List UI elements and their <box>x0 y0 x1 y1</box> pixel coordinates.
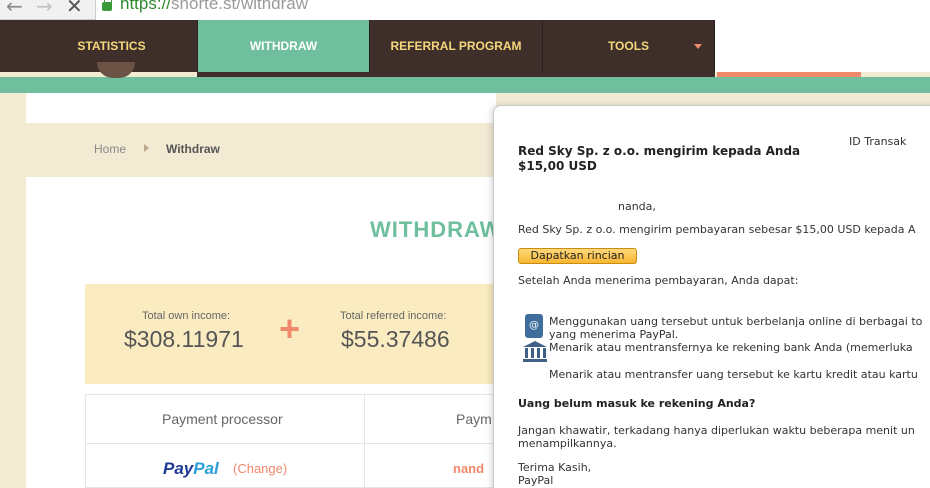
address-bar[interactable]: https://shorte.st/withdraw <box>95 0 930 20</box>
referred-income-value: $55.37486 <box>341 326 450 352</box>
chevron-right-icon <box>144 144 149 152</box>
table-header-payment: Paym <box>456 411 492 427</box>
breadcrumb-current: Withdraw <box>166 142 220 156</box>
greeting-text: nanda, <box>618 200 656 213</box>
thanks-text: Terima Kasih, <box>518 461 592 474</box>
nav-underline <box>197 72 715 77</box>
dont-worry-text-2: menampilkannya. <box>518 437 617 450</box>
option-shop-text: Menggunakan uang tersebut untuk berbelan… <box>549 315 923 328</box>
paypal-logo-pal: Pal <box>193 459 219 478</box>
screen: ← → ✕ https://shorte.st/withdraw STATIST… <box>0 0 930 488</box>
own-income-value: $308.11971 <box>124 326 244 352</box>
paypal-logo-pay: Pay <box>163 459 194 478</box>
browser-toolbar: ← → ✕ https://shorte.st/withdraw <box>0 0 930 20</box>
dont-worry-text: Jangan khawatir, terkadang hanya diperlu… <box>518 424 915 437</box>
avatar[interactable] <box>97 62 135 78</box>
referred-income-label: Total referred income: <box>340 310 447 322</box>
forward-arrow-icon[interactable]: → <box>36 0 53 16</box>
nav-referral-label: REFERRAL PROGRAM <box>390 39 522 53</box>
not-arrived-heading: Uang belum masuk ke rekening Anda? <box>518 397 756 410</box>
nav-right-blank <box>717 20 930 72</box>
close-icon[interactable]: ✕ <box>66 0 83 16</box>
breadcrumb-home[interactable]: Home <box>94 142 126 156</box>
url-text: https://shorte.st/withdraw <box>120 0 308 14</box>
payment-sent-text: Red Sky Sp. z o.o. mengirim pembayaran s… <box>518 223 916 236</box>
option-card-text: Menarik atau mentransfer uang tersebut k… <box>549 368 918 381</box>
table-divider-vertical <box>364 395 365 488</box>
url-scheme: https:// <box>120 0 172 13</box>
breadcrumb: Home Withdraw <box>26 123 496 177</box>
payment-table: Payment processor Paym PayPal (Change) n… <box>85 394 506 488</box>
page-title: WITHDRAW <box>370 217 502 242</box>
lock-icon <box>102 0 112 11</box>
change-processor-link[interactable]: (Change) <box>233 461 287 476</box>
url-path: shorte.st/withdraw <box>171 0 309 13</box>
table-header-processor: Payment processor <box>162 411 283 427</box>
get-details-button[interactable]: Dapatkan rincian <box>518 248 637 264</box>
transaction-id-label: ID Transak <box>849 135 907 148</box>
signature-text: PayPal <box>518 474 554 487</box>
after-receive-text: Setelah Anda menerima pembayaran, Anda d… <box>518 274 799 287</box>
bank-icon <box>523 341 547 362</box>
payment-value-partial: nand <box>453 461 485 476</box>
own-income-label: Total own income: <box>142 310 231 322</box>
option-bank-text: Menarik atau mentransfernya ke rekening … <box>549 341 913 354</box>
income-summary: Total own income: $308.11971 + Total ref… <box>85 284 505 384</box>
shopping-bag-icon <box>525 314 543 338</box>
option-shop-text-2: yang menerima PayPal. <box>549 328 679 341</box>
paypal-notification-popup: ID Transak Red Sky Sp. z o.o. mengirim k… <box>493 105 930 488</box>
content-top-strip <box>26 93 496 123</box>
paypal-logo: PayPal <box>163 459 219 479</box>
table-divider-horizontal <box>86 443 506 444</box>
nav-left-edge <box>0 20 26 72</box>
nav-withdraw-label: WITHDRAW <box>249 39 318 53</box>
nav-referral-program[interactable]: REFERRAL PROGRAM <box>370 20 543 72</box>
header-band <box>0 77 930 93</box>
nav-accent-line <box>717 72 861 77</box>
chevron-down-icon <box>694 44 702 49</box>
nav-tools[interactable]: TOOLS <box>543 20 715 72</box>
nav-tools-label: TOOLS <box>607 39 650 53</box>
nav-statistics-label: STATISTICS <box>77 39 146 53</box>
withdraw-card: WITHDRAW Total own income: $308.11971 + … <box>26 177 506 488</box>
site-navigation: STATISTICS WITHDRAW REFERRAL PROGRAM TOO… <box>0 20 930 72</box>
back-arrow-icon[interactable]: ← <box>6 0 23 16</box>
nav-withdraw[interactable]: WITHDRAW <box>198 20 370 72</box>
popup-heading: Red Sky Sp. z o.o. mengirim kepada Anda … <box>518 144 801 173</box>
plus-icon: + <box>279 308 301 349</box>
